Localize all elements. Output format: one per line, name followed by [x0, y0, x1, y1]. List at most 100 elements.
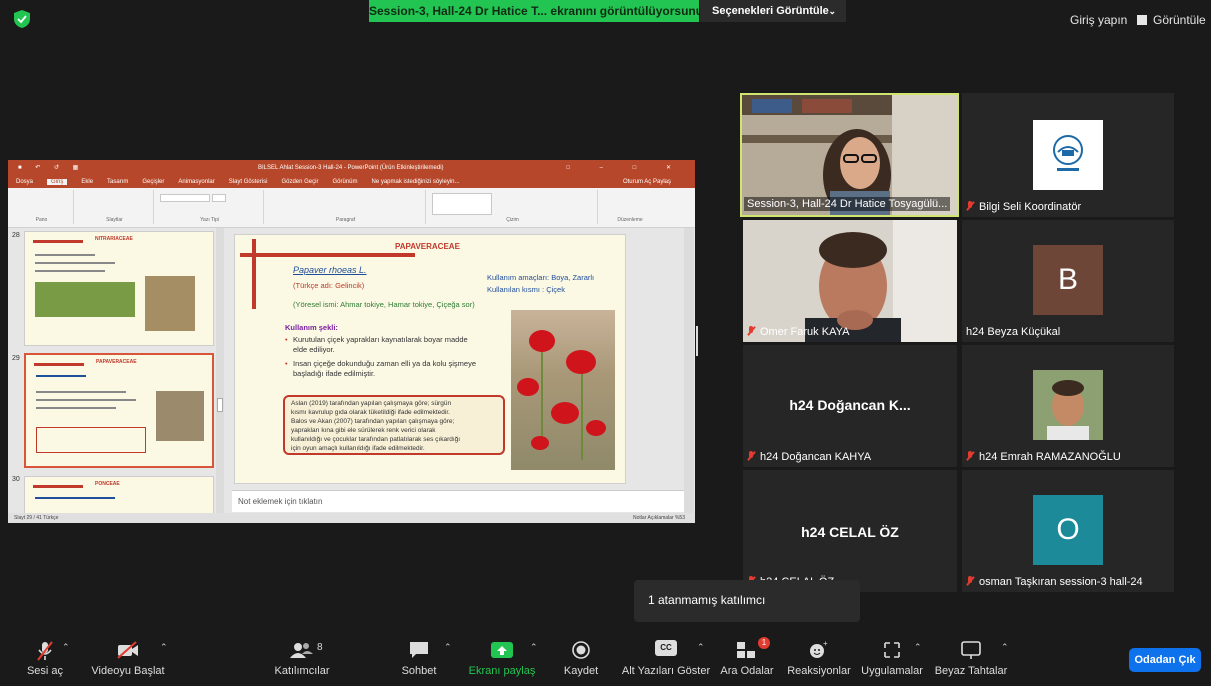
- whiteboards-button[interactable]: Beyaz Tahtalar: [926, 630, 1016, 686]
- thumb-image: [156, 391, 204, 441]
- slide-thumbnail[interactable]: NITRARIACEAE: [24, 231, 214, 346]
- ppt-menu-bar: Dosya Giriş Ekle Tasarım Geçişler Animasyonla…: [8, 176, 695, 188]
- thumb-number: 28: [12, 232, 20, 239]
- ppt-menu-item[interactable]: Animasyonlar: [178, 179, 214, 185]
- ppt-window-title: BILSEL Ahlat Session-3 Hall-24 - PowerPo…: [258, 165, 444, 171]
- apps-caret-icon[interactable]: ⌃: [914, 642, 922, 653]
- whiteboard-caret-icon[interactable]: ⌃: [1001, 642, 1009, 653]
- box-line: için oyun amaçlı kullanıldığı ifade edil…: [291, 445, 425, 452]
- ribbon-group-drawing[interactable]: Çizim: [428, 190, 598, 224]
- screen-share-banner: Session-3, Hall-24 Dr Hatice T... ekranı…: [369, 0, 699, 22]
- ppt-tell-me[interactable]: Ne yapmak istediğinizi söyleyin...: [371, 179, 459, 185]
- shared-screen[interactable]: ■ ↶ ↺ ▦ BILSEL Ahlat Session-3 Hall-24 -…: [8, 160, 695, 523]
- ppt-menu-item[interactable]: Tasarım: [107, 179, 128, 185]
- font-size-box[interactable]: [212, 194, 226, 202]
- thumb-bar: [33, 485, 83, 488]
- video-tile[interactable]: h24 CELAL ÖZ h24 CELAL ÖZ: [743, 470, 957, 592]
- ribbon-group-clipboard[interactable]: Pano: [10, 190, 74, 224]
- video-tile[interactable]: B h24 Beyza Küçükal: [962, 220, 1174, 342]
- font-name-box[interactable]: [160, 194, 210, 202]
- ppt-ribbon: Pano Slaytlar Yazı Tipi Paragraf Çizim D…: [8, 188, 695, 228]
- ppt-signin-share[interactable]: Oturum Aç Paylaş: [623, 176, 671, 188]
- share-screen-icon: [491, 642, 513, 658]
- video-tile[interactable]: Bilgi Seli Koordinatör: [962, 93, 1174, 217]
- ppt-workspace: 28 NITRARIACEAE 29 PAPAVERACEAE 30 PONCE…: [8, 228, 695, 513]
- thumb-line: [35, 262, 115, 264]
- share-screen-button[interactable]: Ekranı paylaş: [457, 630, 547, 686]
- ribbon-group-paragraph[interactable]: Paragraf: [266, 190, 426, 224]
- view-button[interactable]: Görüntüle: [1137, 13, 1206, 27]
- start-video-button[interactable]: Videoyu Başlat: [83, 630, 173, 686]
- apps-icon: [884, 642, 900, 658]
- thumb-green-box: [35, 282, 135, 317]
- chat-caret-icon[interactable]: ⌃: [444, 642, 452, 653]
- thumb-line: [36, 391, 126, 393]
- ribbon-label: Düzenleme: [617, 217, 643, 223]
- thumb-line: [35, 497, 115, 499]
- leave-meeting-button[interactable]: Odadan Çık: [1129, 648, 1201, 672]
- thumb-number: 30: [12, 476, 20, 483]
- video-options-caret-icon[interactable]: ⌃: [160, 642, 168, 653]
- ribbon-group-editing[interactable]: Düzenleme: [600, 190, 660, 224]
- slide-thumbnails[interactable]: 28 NITRARIACEAE 29 PAPAVERACEAE 30 PONCE…: [8, 228, 226, 513]
- chevron-down-icon: ⌄: [828, 6, 836, 16]
- ppt-status-bar: Slayt 29 / 41 Türkçe Notlar Açıklamalar …: [8, 513, 695, 523]
- video-tile[interactable]: O osman Taşkıran session-3 hall-24: [962, 470, 1174, 592]
- slide-thumbnail-selected[interactable]: PAPAVERACEAE: [24, 353, 214, 468]
- ppt-menu-item[interactable]: Slayt Gösterisi: [229, 179, 268, 185]
- video-tile[interactable]: Omer Faruk KAYA: [743, 220, 957, 342]
- ppt-menu-item[interactable]: Görünüm: [332, 179, 357, 185]
- ribbon-group-font[interactable]: Yazı Tipi: [156, 190, 264, 224]
- ppt-menu-item[interactable]: Giriş: [47, 179, 68, 185]
- record-button[interactable]: Kaydet: [536, 630, 626, 686]
- slide-thumbnail[interactable]: PONCEAE: [24, 476, 214, 513]
- poppy-flower: [529, 330, 555, 352]
- splitter-handle[interactable]: [696, 326, 698, 356]
- box-line: yaprakları kına gibi ele sürülerek renk …: [291, 427, 436, 434]
- poppy-flower: [531, 436, 549, 450]
- participant-name: Session-3, Hall-24 Dr Hatice Tosyagülü..…: [744, 197, 951, 211]
- poppy-image: [511, 310, 615, 470]
- used-part: Kullanılan kısmı : Çiçek: [487, 285, 565, 294]
- audio-options-caret-icon[interactable]: ⌃: [62, 642, 70, 653]
- ppt-menu-item[interactable]: Gözden Geçir: [281, 179, 318, 185]
- chat-button[interactable]: Sohbet: [374, 630, 464, 686]
- apps-button[interactable]: Uygulamalar: [847, 630, 937, 686]
- thumb-box: [36, 427, 146, 453]
- quick-access-icons: ■ ↶ ↺ ▦: [18, 165, 85, 171]
- shield-icon[interactable]: [14, 10, 30, 28]
- ribbon-group-slides[interactable]: Slaytlar: [76, 190, 154, 224]
- shapes-gallery[interactable]: [432, 193, 492, 215]
- participant-name-text: h24 Emrah RAMAZANOĞLU: [979, 451, 1121, 463]
- sign-in-link[interactable]: Giriş yapın: [1070, 13, 1127, 27]
- mic-muted-icon: [966, 451, 974, 461]
- video-tile[interactable]: h24 Emrah RAMAZANOĞLU: [962, 345, 1174, 467]
- ppt-menu-item[interactable]: Ekle: [81, 179, 93, 185]
- ppt-menu-item[interactable]: Dosya: [16, 179, 33, 185]
- participants-count: 8: [317, 642, 323, 653]
- notes-pane[interactable]: Not eklemek için tıklatın: [232, 490, 684, 512]
- organization-logo: [1033, 120, 1103, 190]
- bullet-text: Insan çiçeğe dokunduğu zaman elli ya da …: [293, 359, 477, 368]
- poppy-flower: [517, 378, 539, 396]
- box-line: Aslan (2019) tarafından yapılan çalışmay…: [291, 400, 452, 407]
- slide-canvas[interactable]: PAPAVERACEAE Papaver rhoeas L. (Türkçe a…: [234, 234, 626, 484]
- participant-name-text: osman Taşkıran session-3 hall-24: [979, 576, 1143, 588]
- scroll-thumb[interactable]: [217, 398, 223, 412]
- ppt-menu-item[interactable]: Geçişler: [142, 179, 164, 185]
- video-tile[interactable]: h24 Doğancan K... h24 Doğancan KAHYA: [743, 345, 957, 467]
- view-options-button[interactable]: Seçenekleri Görüntüle ⌄: [700, 0, 846, 22]
- captions-button[interactable]: CC Alt Yazıları Göster: [620, 630, 712, 686]
- participants-button[interactable]: 8 Katılımcılar: [257, 630, 347, 686]
- thumbnail-scrollbar[interactable]: [216, 228, 224, 513]
- thumb-image: [145, 276, 195, 331]
- slide-scrollbar[interactable]: [684, 228, 694, 513]
- unmute-button[interactable]: Sesi aç: [0, 630, 90, 686]
- mic-muted-icon: [966, 201, 974, 211]
- participant-name: Omer Faruk KAYA: [747, 326, 849, 338]
- breakout-rooms-icon: [737, 642, 755, 658]
- bullet-text: elde ediliyor.: [293, 345, 335, 354]
- video-tile-speaker[interactable]: Session-3, Hall-24 Dr Hatice Tosyagülü..…: [740, 93, 959, 217]
- zoom-controls[interactable]: Notlar Açıklamalar %53: [633, 513, 685, 523]
- captions-label: Alt Yazıları Göster: [621, 665, 711, 677]
